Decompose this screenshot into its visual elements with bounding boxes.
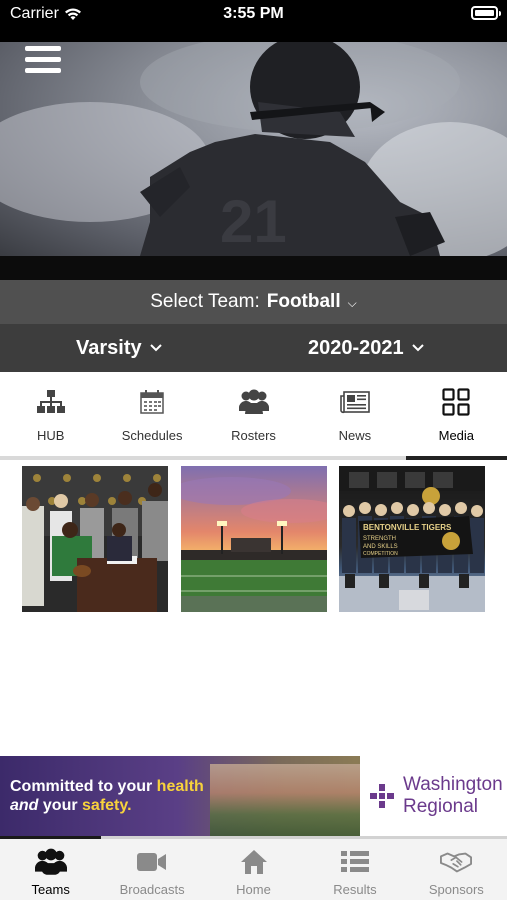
tab-hub-label: HUB	[36, 428, 65, 443]
banner-hospital-photo	[210, 764, 360, 836]
brand-name-line2: Regional	[403, 796, 478, 817]
nav-home-label: Home	[236, 882, 271, 897]
media-thumbnail[interactable]	[22, 466, 168, 612]
svg-text:AND SKILLS: AND SKILLS	[363, 544, 398, 550]
banner-tagline-2b: your	[38, 797, 83, 814]
washington-regional-logo-icon	[370, 784, 394, 808]
list-icon	[339, 847, 371, 877]
home-icon	[238, 847, 270, 877]
people-icon	[238, 386, 270, 418]
tab-media[interactable]: Media	[406, 372, 507, 456]
video-camera-icon	[136, 847, 168, 877]
level-selector[interactable]: Varsity	[76, 324, 162, 372]
nav-results-label: Results	[333, 882, 377, 897]
nav-results[interactable]: Results	[304, 839, 405, 900]
football-player-silhouette: 21	[0, 42, 507, 256]
nav-sponsors[interactable]: Sponsors	[406, 839, 507, 900]
nav-broadcasts[interactable]: Broadcasts	[101, 839, 202, 900]
banner-tagline-2a: and	[10, 797, 39, 814]
nav-sponsors-label: Sponsors	[428, 882, 484, 897]
hierarchy-icon	[35, 386, 67, 418]
tab-schedules[interactable]: Schedules	[101, 372, 202, 456]
sponsor-banner[interactable]: Committed to your health and your safety…	[0, 756, 507, 836]
team-tabs: HUB Schedules Rosters News Media	[0, 372, 507, 456]
active-tab-indicator	[406, 456, 507, 460]
sponsor-logo: Washington Regional	[360, 756, 507, 836]
team-banner-photo: BENTONVILLE TIGERS STRENGTH AND SKILLS C…	[339, 466, 485, 612]
season-selector-value: 2020-2021	[308, 336, 404, 359]
banner-tagline: Committed to your health and your safety…	[10, 777, 204, 815]
sponsor-brand-name: Washington Regional	[403, 774, 503, 818]
season-selector[interactable]: 2020-2021	[308, 324, 424, 372]
nav-home[interactable]: Home	[203, 839, 304, 900]
tab-rosters[interactable]: Rosters	[203, 372, 304, 456]
banner-tagline-1a: Committed to your	[10, 778, 157, 795]
level-selector-value: Varsity	[76, 336, 142, 359]
svg-text:21: 21	[220, 188, 287, 255]
signing-day-photo	[22, 466, 168, 612]
hero-image: 21	[0, 42, 507, 256]
media-grid: BENTONVILLE TIGERS STRENGTH AND SKILLS C…	[22, 466, 488, 612]
media-thumbnail[interactable]: BENTONVILLE TIGERS STRENGTH AND SKILLS C…	[339, 466, 485, 612]
calendar-icon	[136, 386, 168, 418]
hero-divider	[0, 256, 507, 280]
nav-broadcasts-label: Broadcasts	[119, 882, 185, 897]
svg-text:BENTONVILLE TIGERS: BENTONVILLE TIGERS	[363, 523, 452, 532]
people-icon	[34, 847, 67, 877]
banner-tagline-1b: health	[156, 778, 204, 795]
tab-news[interactable]: News	[304, 372, 405, 456]
chevron-down-icon	[149, 344, 162, 352]
tab-underline	[0, 456, 507, 460]
tab-media-label: Media	[438, 428, 475, 443]
svg-text:COMPETITION: COMPETITION	[363, 551, 398, 557]
tab-news-label: News	[338, 428, 372, 443]
handshake-icon	[440, 847, 473, 877]
newspaper-icon	[339, 386, 371, 418]
media-thumbnail[interactable]	[181, 466, 327, 612]
nav-teams-label: Teams	[31, 882, 70, 897]
status-bar: Carrier 3:55 PM	[0, 0, 507, 42]
nav-teams[interactable]: Teams	[0, 839, 101, 900]
svg-text:STRENGTH: STRENGTH	[363, 536, 396, 542]
chevron-down-icon	[411, 344, 424, 352]
brand-name-line1: Washington	[403, 774, 503, 795]
menu-hamburger-icon[interactable]	[25, 46, 61, 76]
tab-schedules-label: Schedules	[121, 428, 183, 443]
battery-icon	[471, 6, 501, 20]
grid-icon	[440, 386, 472, 418]
team-selector[interactable]: Select Team: Football ⌵	[0, 280, 507, 324]
tab-rosters-label: Rosters	[231, 428, 276, 443]
status-time: 3:55 PM	[223, 5, 284, 22]
bottom-nav: Teams Broadcasts Home Results Sponsors	[0, 839, 507, 900]
stadium-sunset-photo	[181, 477, 327, 612]
banner-tagline-2c: safety.	[82, 797, 132, 814]
chevron-down-icon: ⌵	[347, 295, 357, 310]
tab-hub[interactable]: HUB	[0, 372, 101, 456]
level-season-bar: Varsity 2020-2021	[0, 324, 507, 372]
team-selector-value: Football	[266, 291, 341, 312]
team-selector-prefix: Select Team:	[150, 291, 260, 312]
